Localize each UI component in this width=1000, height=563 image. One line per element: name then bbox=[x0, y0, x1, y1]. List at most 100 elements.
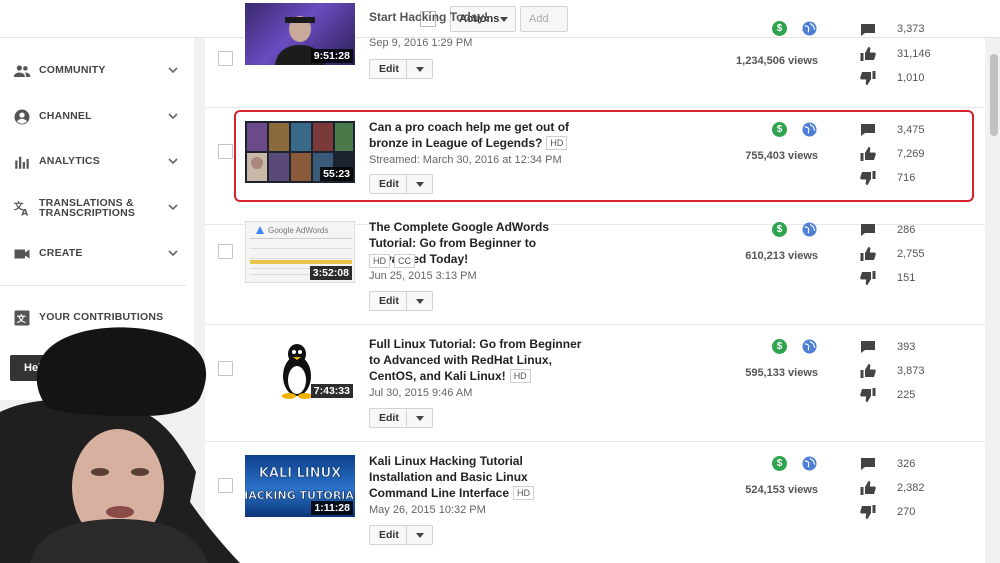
caret-down-icon[interactable] bbox=[416, 416, 424, 421]
row-checkbox[interactable] bbox=[218, 144, 233, 159]
edit-label: Edit bbox=[379, 295, 399, 307]
translate-icon: 文A bbox=[14, 200, 29, 218]
comment-count: 3,373 bbox=[897, 23, 925, 35]
video-row: 7:43:33 Full Linux Tutorial: Go from Beg… bbox=[205, 325, 985, 442]
comment-count: 326 bbox=[897, 458, 916, 470]
monetization-icon: $ bbox=[772, 21, 787, 36]
video-title[interactable]: Start Hacking Today! bbox=[369, 9, 589, 25]
duration-badge: 7:43:33 bbox=[310, 384, 353, 398]
video-title-text: Full Linux Tutorial: Go from Beginner to… bbox=[369, 337, 582, 383]
globe-icon bbox=[802, 21, 817, 36]
globe-icon bbox=[802, 222, 817, 237]
badge-group: HD CC bbox=[369, 252, 419, 268]
view-count: 524,153 views bbox=[745, 484, 818, 496]
sidebar-item-label: YOUR CONTRIBUTIONS bbox=[39, 311, 164, 323]
view-count: 595,133 views bbox=[745, 367, 818, 379]
sidebar-item-label: ANALYTICS bbox=[39, 155, 100, 167]
globe-icon bbox=[802, 456, 817, 471]
cc-badge: CC bbox=[394, 254, 415, 268]
row-checkbox[interactable] bbox=[218, 244, 233, 259]
thumbs-down-icon bbox=[860, 388, 876, 402]
row-checkbox[interactable] bbox=[218, 51, 233, 66]
dislike-count: 270 bbox=[897, 506, 916, 518]
webcam-presenter-image bbox=[0, 327, 240, 563]
sidebar-item-create[interactable]: CREATE bbox=[0, 236, 194, 272]
comment-count: 286 bbox=[897, 224, 916, 236]
video-row: 9:51:28 Start Hacking Today! Sep 9, 2016… bbox=[205, 0, 985, 108]
edit-label: Edit bbox=[379, 529, 399, 541]
edit-button[interactable]: Edit bbox=[369, 291, 433, 311]
edit-divider bbox=[406, 409, 407, 427]
thumbs-up-icon bbox=[860, 47, 876, 61]
sidebar-item-label: TRANSLATIONS & TRANSCRIPTIONS bbox=[39, 197, 136, 219]
edit-divider bbox=[406, 60, 407, 78]
thumbs-down-icon bbox=[860, 505, 876, 519]
video-date: Jul 30, 2015 9:46 AM bbox=[369, 387, 473, 399]
duration-badge: 1:11:28 bbox=[311, 501, 353, 515]
dislike-count: 225 bbox=[897, 389, 916, 401]
chevron-down-icon[interactable] bbox=[168, 65, 178, 75]
highlight-annotation-box bbox=[234, 110, 974, 202]
comment-icon bbox=[861, 458, 875, 470]
comment-icon bbox=[861, 24, 875, 36]
like-count: 2,382 bbox=[897, 482, 925, 494]
svg-text:A: A bbox=[21, 209, 28, 218]
thumbs-up-icon bbox=[860, 364, 876, 378]
duration-badge: 9:51:28 bbox=[310, 49, 353, 63]
video-row: KALI LINUX HACKING TUTORIAL 1:11:28 Kali… bbox=[205, 442, 985, 563]
people-icon bbox=[13, 65, 31, 77]
video-date: Sep 9, 2016 1:29 PM bbox=[369, 37, 473, 49]
video-title[interactable]: Kali Linux Hacking Tutorial Installation… bbox=[369, 453, 589, 501]
chevron-down-icon[interactable] bbox=[168, 156, 178, 166]
video-title[interactable]: Full Linux Tutorial: Go from Beginner to… bbox=[369, 336, 589, 384]
edit-divider bbox=[406, 526, 407, 544]
video-date: May 26, 2015 10:32 PM bbox=[369, 504, 486, 516]
hd-badge: HD bbox=[509, 369, 531, 383]
sidebar-item-label: COMMUNITY bbox=[39, 64, 106, 76]
comment-count: 393 bbox=[897, 341, 916, 353]
thumbs-up-icon bbox=[860, 481, 876, 495]
hd-badge: HD bbox=[369, 254, 390, 268]
caret-down-icon[interactable] bbox=[416, 67, 424, 72]
dislike-count: 151 bbox=[897, 272, 916, 284]
edit-button[interactable]: Edit bbox=[369, 525, 433, 545]
sidebar-item-community[interactable]: COMMUNITY bbox=[0, 53, 194, 89]
edit-button[interactable]: Edit bbox=[369, 408, 433, 428]
chevron-down-icon[interactable] bbox=[168, 111, 178, 121]
comment-icon bbox=[861, 341, 875, 353]
edit-button[interactable]: Edit bbox=[369, 59, 433, 79]
monetization-icon: $ bbox=[772, 456, 787, 471]
caret-down-icon[interactable] bbox=[416, 299, 424, 304]
thumbs-up-icon bbox=[860, 247, 876, 261]
thumbs-down-icon bbox=[860, 271, 876, 285]
video-thumbnail[interactable]: Google AdWords 3:52:08 bbox=[245, 221, 355, 283]
view-count: 610,213 views bbox=[745, 250, 818, 262]
video-camera-icon bbox=[14, 249, 30, 259]
edit-divider bbox=[406, 292, 407, 310]
like-count: 3,873 bbox=[897, 365, 925, 377]
video-date: Jun 25, 2015 3:13 PM bbox=[369, 270, 477, 282]
scrollbar-thumb[interactable] bbox=[990, 54, 998, 136]
hd-badge: HD bbox=[513, 486, 535, 500]
page-scrollbar[interactable] bbox=[988, 38, 1000, 563]
comment-icon bbox=[861, 224, 875, 236]
sidebar-item-translations[interactable]: 文A TRANSLATIONS & TRANSCRIPTIONS bbox=[0, 190, 194, 230]
sidebar-divider bbox=[0, 285, 186, 286]
dislike-count: 1,010 bbox=[897, 72, 925, 84]
video-row: Google AdWords 3:52:08 The Complete Goog… bbox=[205, 208, 985, 325]
globe-icon bbox=[802, 339, 817, 354]
caret-down-icon[interactable] bbox=[416, 533, 424, 538]
monetization-icon: $ bbox=[772, 222, 787, 237]
sidebar-item-analytics[interactable]: ANALYTICS bbox=[0, 144, 194, 180]
chevron-down-icon[interactable] bbox=[168, 248, 178, 258]
chevron-down-icon[interactable] bbox=[168, 202, 178, 212]
video-title-text: Kali Linux Hacking Tutorial Installation… bbox=[369, 454, 528, 500]
edit-label: Edit bbox=[379, 63, 399, 75]
adwords-logo-text: Google AdWords bbox=[268, 226, 328, 235]
sidebar-item-label: CREATE bbox=[39, 247, 83, 259]
video-thumbnail[interactable]: 9:51:28 bbox=[245, 3, 355, 65]
thumbs-down-icon bbox=[860, 71, 876, 85]
sidebar-item-channel[interactable]: CHANNEL bbox=[0, 99, 194, 135]
account-circle-icon bbox=[14, 109, 30, 125]
like-count: 2,755 bbox=[897, 248, 925, 260]
